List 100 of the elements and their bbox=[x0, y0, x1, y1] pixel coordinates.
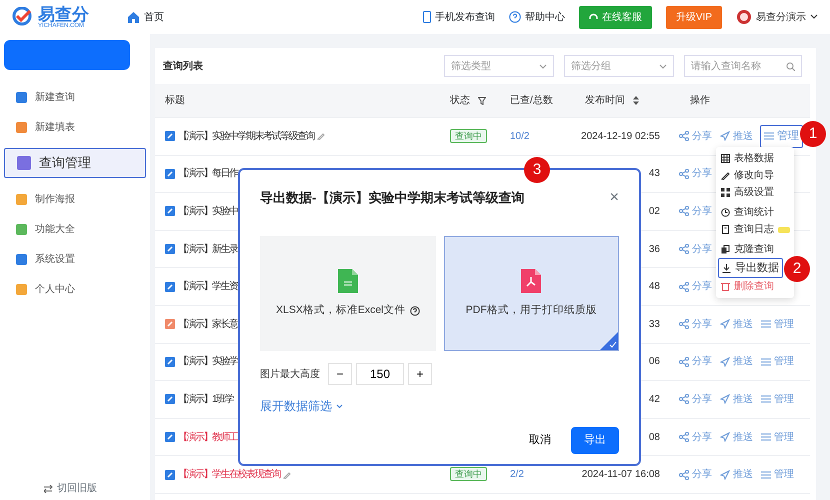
action-link[interactable]: 管理 bbox=[760, 428, 795, 447]
row-title[interactable]: 【演示】学生在校表现查询 bbox=[178, 467, 280, 482]
spreadsheet-file-icon bbox=[338, 268, 358, 293]
share-icon bbox=[679, 244, 689, 254]
home-link[interactable]: 首页 bbox=[144, 10, 164, 24]
header-link[interactable]: 帮助中心 bbox=[524, 10, 565, 24]
action-link[interactable]: 推送 bbox=[719, 390, 754, 409]
action-link[interactable]: 分享 bbox=[678, 428, 713, 447]
menu-item[interactable]: 导出数据 bbox=[718, 258, 783, 278]
vip-button[interactable]: 升级VIP bbox=[666, 6, 722, 28]
sidebar-item[interactable]: 新建填表 bbox=[4, 112, 146, 142]
pdf-file-icon bbox=[521, 268, 542, 293]
row-title[interactable]: 【演示】实验中学期末考试等级查询 bbox=[178, 128, 314, 144]
close-button[interactable]: × bbox=[610, 186, 619, 210]
action-link[interactable]: 推送 bbox=[719, 428, 754, 447]
number-input[interactable]: 150 bbox=[356, 363, 404, 385]
action-link[interactable]: 分享 bbox=[678, 202, 713, 221]
share-icon bbox=[679, 206, 689, 216]
menu-item[interactable]: 删除查询 bbox=[718, 278, 777, 295]
action-link[interactable]: 推送 bbox=[719, 465, 754, 484]
count-link[interactable]: 10/2 bbox=[510, 130, 530, 142]
row-title[interactable]: 【演示】实验学 bbox=[178, 354, 238, 370]
headset-icon bbox=[588, 12, 598, 22]
action-link[interactable]: 分享 bbox=[678, 277, 713, 296]
action-link[interactable]: 推送 bbox=[719, 352, 754, 372]
sidebar-item[interactable]: 系统设置 bbox=[4, 244, 146, 274]
row-title[interactable]: 【演示】每日作 bbox=[178, 166, 238, 182]
search-field[interactable]: 请输入查询名称 bbox=[684, 55, 802, 77]
count-link[interactable]: 2/2 bbox=[510, 469, 524, 480]
logo-text: 易查分 bbox=[38, 6, 89, 22]
list-title: 查询列表 bbox=[163, 60, 203, 74]
column-header: 已查/总数 bbox=[510, 94, 553, 108]
publish-time: 36 bbox=[648, 244, 660, 255]
action-link[interactable]: 管理 bbox=[760, 314, 795, 334]
pencil-icon bbox=[283, 470, 291, 479]
action-link[interactable]: 分享 bbox=[678, 390, 713, 409]
service-button[interactable]: 在线客服 bbox=[578, 6, 652, 28]
copy-icon bbox=[721, 245, 730, 254]
search-icon bbox=[786, 62, 795, 70]
download-icon bbox=[722, 264, 731, 272]
action-link[interactable]: 分享 bbox=[678, 352, 713, 372]
sidebar-item[interactable]: 查询管理 bbox=[4, 148, 146, 178]
share-icon bbox=[679, 168, 689, 179]
caret-icon bbox=[336, 404, 343, 408]
logo-icon bbox=[12, 7, 34, 27]
menu-item[interactable]: 查询统计 bbox=[718, 204, 777, 221]
action-link[interactable]: 分享 bbox=[678, 126, 713, 146]
action-link[interactable]: 推送 bbox=[719, 314, 754, 334]
row-title[interactable]: 【演示】家长意 bbox=[178, 316, 238, 332]
sidebar-item[interactable]: 功能大全 bbox=[4, 214, 146, 244]
caret-icon bbox=[539, 64, 547, 68]
filter-dropdown[interactable]: 筛选分组 bbox=[564, 55, 674, 77]
action-link[interactable]: 分享 bbox=[678, 240, 713, 259]
format-option[interactable]: XLSX格式，标准Excel文件 bbox=[260, 236, 436, 351]
sidebar-item[interactable]: 制作海报 bbox=[4, 184, 146, 214]
format-option[interactable]: PDF格式，用于打印纸质版 bbox=[444, 236, 619, 351]
action-link[interactable]: 分享 bbox=[678, 314, 713, 334]
user-name[interactable]: 易查分演示 bbox=[756, 10, 806, 24]
action-link[interactable]: 管理 bbox=[760, 125, 803, 148]
row-title[interactable]: 【演示】新生录 bbox=[178, 242, 238, 257]
share-icon bbox=[679, 282, 689, 292]
header-link[interactable]: 手机发布查询 bbox=[434, 10, 495, 24]
action-link[interactable]: 管理 bbox=[760, 465, 795, 484]
menu-item[interactable]: 克隆查询 bbox=[718, 241, 777, 258]
publish-time: 43 bbox=[648, 168, 660, 180]
action-link[interactable]: 分享 bbox=[678, 465, 713, 484]
menu-item[interactable]: 表格数据 bbox=[718, 150, 777, 167]
menu-item[interactable]: 查询日志 bbox=[718, 221, 793, 238]
row-title[interactable]: 【演示】学生资 bbox=[178, 279, 238, 294]
sort-icon bbox=[633, 96, 639, 105]
menu-item[interactable]: 高级设置 bbox=[718, 184, 777, 201]
export-button[interactable]: 导出 bbox=[571, 427, 619, 454]
avatar-icon bbox=[736, 9, 752, 25]
menu-icon bbox=[761, 394, 771, 404]
share-icon bbox=[679, 470, 689, 480]
action-link[interactable]: 管理 bbox=[760, 352, 795, 372]
menu-item[interactable]: 修改向导 bbox=[718, 167, 777, 184]
field-label: 图片最大高度 bbox=[260, 368, 320, 382]
send-icon bbox=[720, 394, 730, 404]
action-link[interactable]: 管理 bbox=[760, 390, 795, 409]
action-link[interactable]: 分享 bbox=[678, 164, 713, 184]
increment-button[interactable]: + bbox=[408, 363, 432, 385]
home-icon bbox=[127, 11, 140, 23]
sidebar-item[interactable]: 新建查询 bbox=[4, 82, 146, 112]
action-link[interactable]: 推送 bbox=[719, 126, 754, 146]
expand-filter-link[interactable]: 展开数据筛选 bbox=[260, 397, 332, 415]
phone-icon bbox=[422, 11, 431, 23]
share-icon bbox=[679, 394, 689, 404]
send-icon bbox=[720, 319, 730, 330]
switch-version-link[interactable]: 切回旧版 bbox=[57, 481, 97, 496]
decrement-button[interactable]: − bbox=[328, 363, 352, 385]
menu-icon bbox=[764, 131, 774, 142]
filter-dropdown[interactable]: 筛选类型 bbox=[444, 55, 554, 77]
create-button[interactable] bbox=[4, 40, 130, 70]
row-title[interactable]: 【演示】1班学 bbox=[178, 392, 234, 407]
row-title[interactable]: 【演示】实验中 bbox=[178, 204, 238, 219]
row-title[interactable]: 【演示】教师工 bbox=[178, 430, 238, 445]
squares-icon bbox=[721, 188, 730, 197]
swap-icon bbox=[44, 484, 53, 492]
sidebar-item[interactable]: 个人中心 bbox=[4, 274, 146, 304]
